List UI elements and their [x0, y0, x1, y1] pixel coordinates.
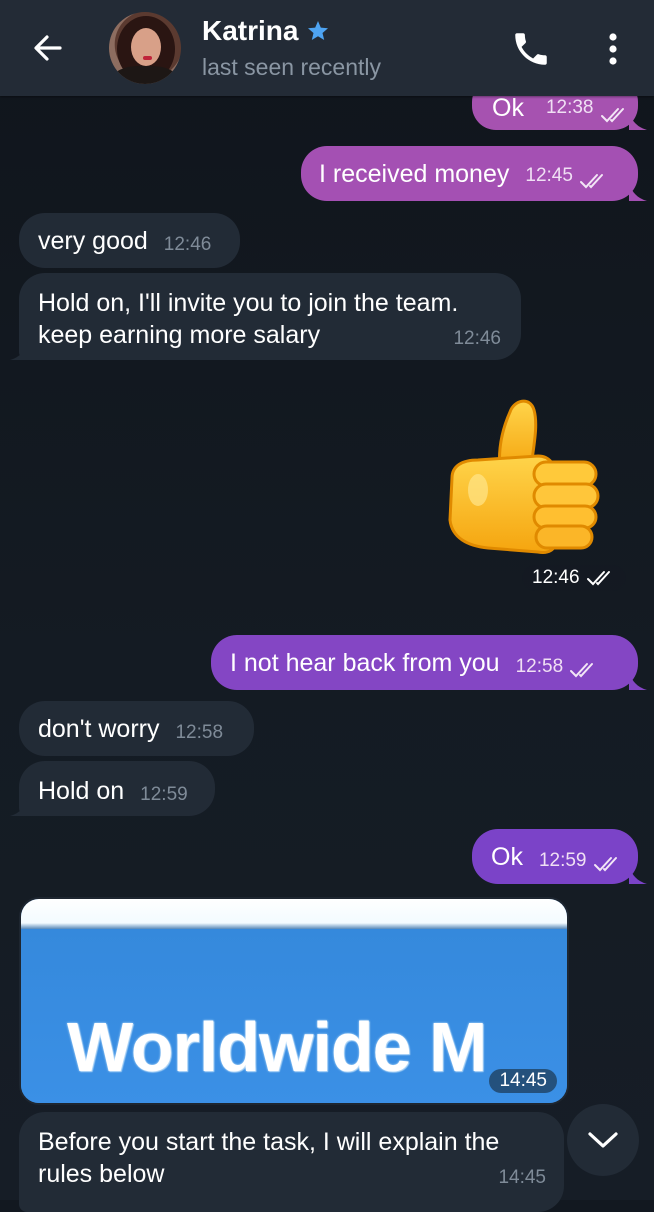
message-outgoing[interactable]: Ok 12:59	[472, 829, 647, 884]
message-outgoing[interactable]: I not hear back from you 12:58	[211, 635, 647, 690]
avatar-face	[131, 28, 161, 66]
message-incoming[interactable]: Hold on 12:59	[10, 761, 215, 816]
message-text: don't worry	[38, 715, 160, 743]
double-check-icon	[570, 663, 594, 678]
message-text-line: Hold on, I'll invite you to join the tea…	[38, 289, 459, 317]
message-text: I received money	[319, 160, 510, 188]
message-time: 12:46	[532, 567, 580, 588]
message-time: 12:58	[175, 722, 224, 743]
message-incoming[interactable]: don't worry 12:58	[19, 701, 254, 756]
message-incoming[interactable]: Before you start the task, I will explai…	[19, 1112, 564, 1212]
message-text: Ok	[491, 843, 523, 871]
bubble-tail	[10, 798, 28, 816]
message-time: 12:58	[515, 656, 564, 677]
message-outgoing[interactable]: I received money 12:45	[301, 146, 647, 201]
message-text: Hold on	[38, 777, 125, 805]
message-time: 14:45	[489, 1069, 557, 1093]
message-incoming[interactable]: Hold on, I'll invite you to join the tea…	[10, 273, 521, 360]
bubble-tail	[629, 866, 647, 884]
photo-message[interactable]: Worldwide M 14:45	[19, 897, 569, 1105]
message-incoming[interactable]: very good 12:46	[19, 213, 240, 268]
avatar-lip	[143, 56, 152, 60]
more-options-button[interactable]	[598, 28, 628, 70]
double-check-icon	[600, 108, 624, 123]
phone-icon	[515, 33, 547, 65]
arrow-left-icon	[34, 35, 62, 61]
back-button[interactable]	[28, 28, 68, 68]
photo-top-band	[21, 899, 567, 929]
contact-avatar[interactable]	[109, 12, 181, 84]
avatar-shirt	[113, 66, 177, 84]
chevron-down-icon	[588, 1132, 618, 1148]
star-icon	[308, 21, 329, 40]
double-check-icon	[586, 571, 610, 586]
bubble-tail	[629, 672, 647, 690]
photo-visible-text: Worldwide M	[67, 1008, 487, 1086]
contact-name: Katrina	[202, 15, 299, 46]
more-vertical-icon	[609, 33, 617, 65]
sticker-time-badge: 12:46	[522, 565, 626, 591]
message-text: very good	[38, 227, 148, 255]
message-text: Ok	[492, 94, 524, 122]
message-text-line: keep earning more salary	[38, 321, 321, 349]
scroll-to-bottom-button[interactable]	[567, 1104, 639, 1176]
bubble-tail	[629, 183, 647, 201]
thumbs-up-sticker[interactable]	[438, 390, 608, 560]
double-check-icon	[593, 857, 617, 872]
contact-status: last seen recently	[202, 54, 381, 80]
contact-name-row[interactable]: Katrina	[202, 15, 330, 47]
message-text-line: Before you start the task, I will explai…	[38, 1128, 500, 1156]
message-text-line: rules below	[38, 1160, 165, 1188]
message-time: 12:59	[140, 784, 188, 805]
message-time: 14:45	[498, 1167, 546, 1188]
message-time: 12:46	[453, 328, 501, 349]
message-time: 12:59	[538, 850, 587, 871]
thumbs-up-icon	[448, 399, 600, 554]
message-time: 12:45	[525, 165, 573, 186]
message-text: I not hear back from you	[230, 649, 500, 677]
double-check-icon	[579, 174, 603, 189]
message-time: 12:46	[163, 234, 212, 255]
message-time: 12:38	[545, 97, 594, 118]
bubble-tail	[629, 112, 647, 130]
bubble-tail	[10, 342, 28, 360]
call-button[interactable]	[510, 28, 552, 70]
chat-header: Katrina last seen recently	[0, 0, 654, 96]
